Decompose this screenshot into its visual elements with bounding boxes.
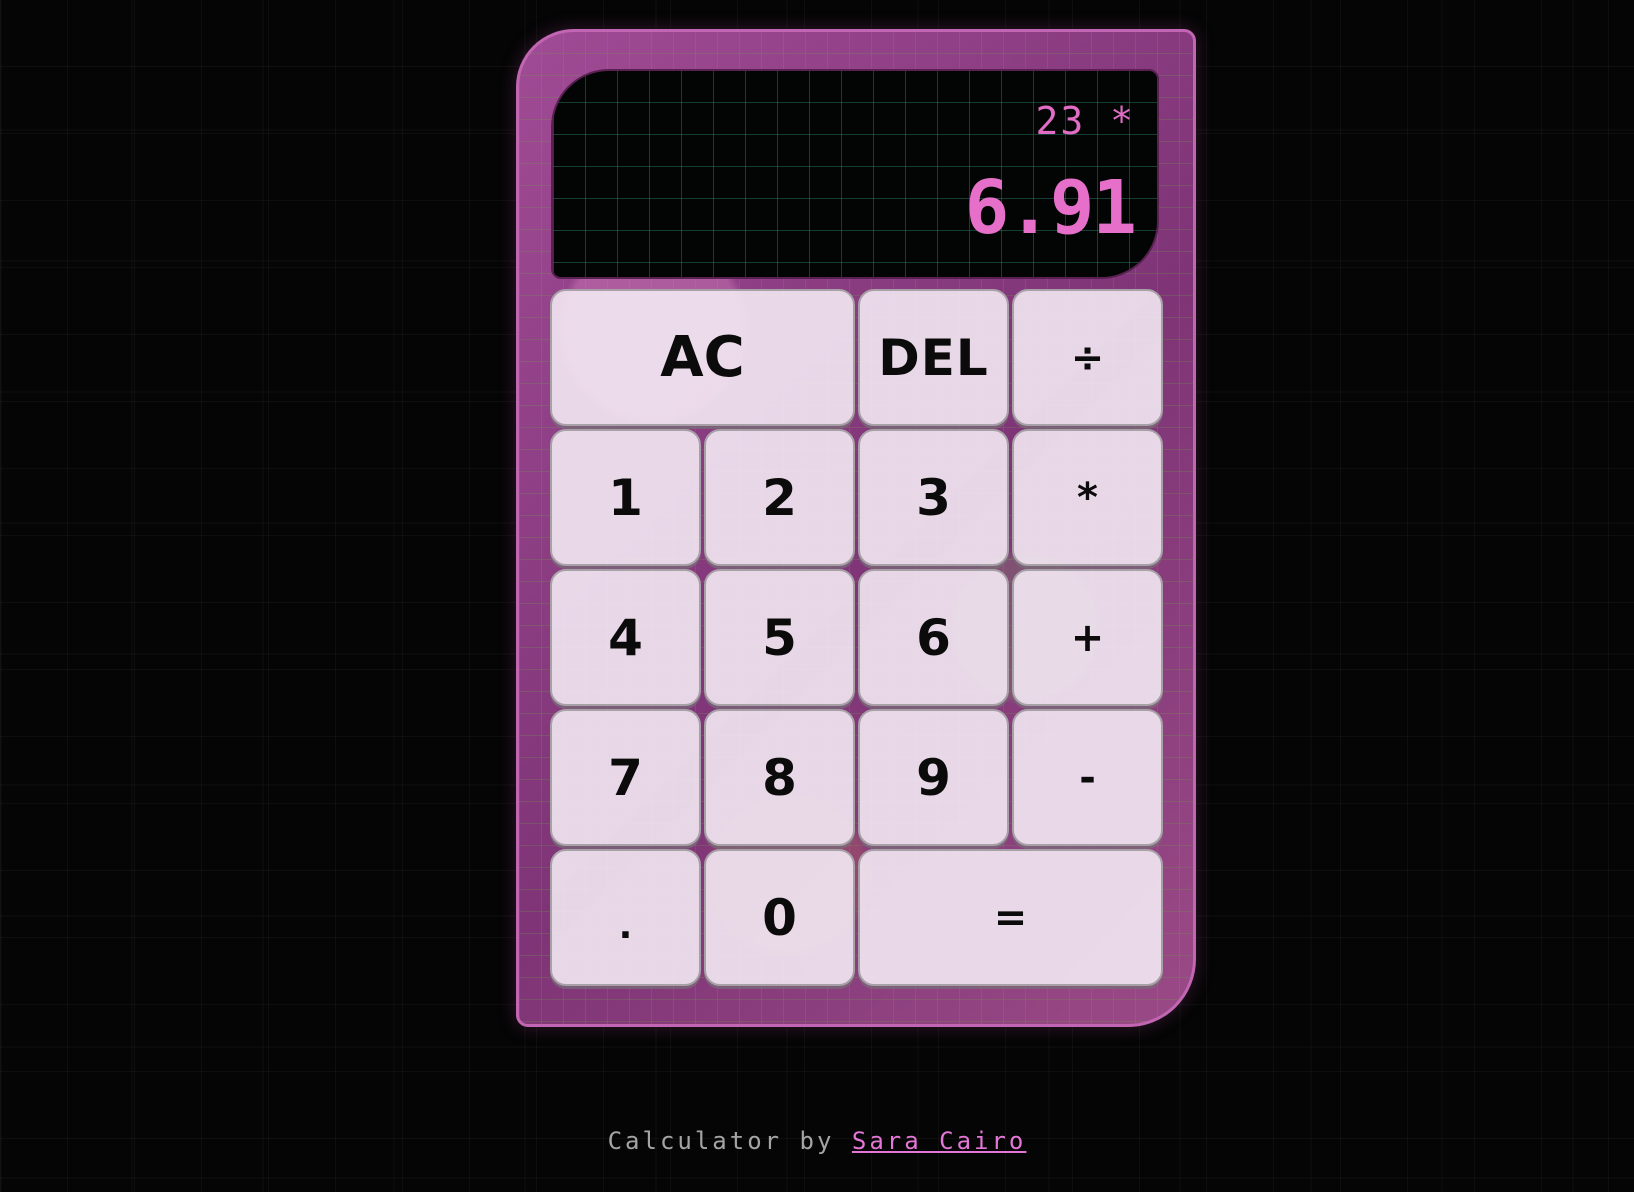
page: { "display": { "previous_operand": "23 *…	[0, 0, 1634, 1192]
subtract-button[interactable]: -	[1012, 709, 1163, 846]
digit-1-button[interactable]: 1	[550, 429, 701, 566]
digit-6-button[interactable]: 6	[858, 569, 1009, 706]
previous-operand: 23 *	[1035, 99, 1135, 143]
digit-9-button[interactable]: 9	[858, 709, 1009, 846]
calculator-body: 23 * 6.91 AC DEL ÷ 1 2 3 * 4 5 6 + 7 8 9…	[516, 29, 1196, 1027]
digit-0-button[interactable]: 0	[704, 849, 855, 986]
all-clear-button[interactable]: AC	[550, 289, 855, 426]
delete-button[interactable]: DEL	[858, 289, 1009, 426]
calculator-display: 23 * 6.91	[551, 69, 1159, 279]
multiply-button[interactable]: *	[1012, 429, 1163, 566]
keypad: AC DEL ÷ 1 2 3 * 4 5 6 + 7 8 9 - . 0 =	[550, 289, 1163, 986]
digit-7-button[interactable]: 7	[550, 709, 701, 846]
decimal-point-button[interactable]: .	[550, 849, 701, 986]
add-button[interactable]: +	[1012, 569, 1163, 706]
digit-8-button[interactable]: 8	[704, 709, 855, 846]
digit-2-button[interactable]: 2	[704, 429, 855, 566]
equals-button[interactable]: =	[858, 849, 1163, 986]
digit-4-button[interactable]: 4	[550, 569, 701, 706]
digit-5-button[interactable]: 5	[704, 569, 855, 706]
author-link[interactable]: Sara Cairo	[852, 1127, 1027, 1155]
footer-credit: Calculator by Sara Cairo	[0, 1127, 1634, 1155]
current-operand: 6.91	[964, 165, 1137, 251]
footer-prefix: Calculator by	[607, 1127, 852, 1155]
digit-3-button[interactable]: 3	[858, 429, 1009, 566]
divide-button[interactable]: ÷	[1012, 289, 1163, 426]
